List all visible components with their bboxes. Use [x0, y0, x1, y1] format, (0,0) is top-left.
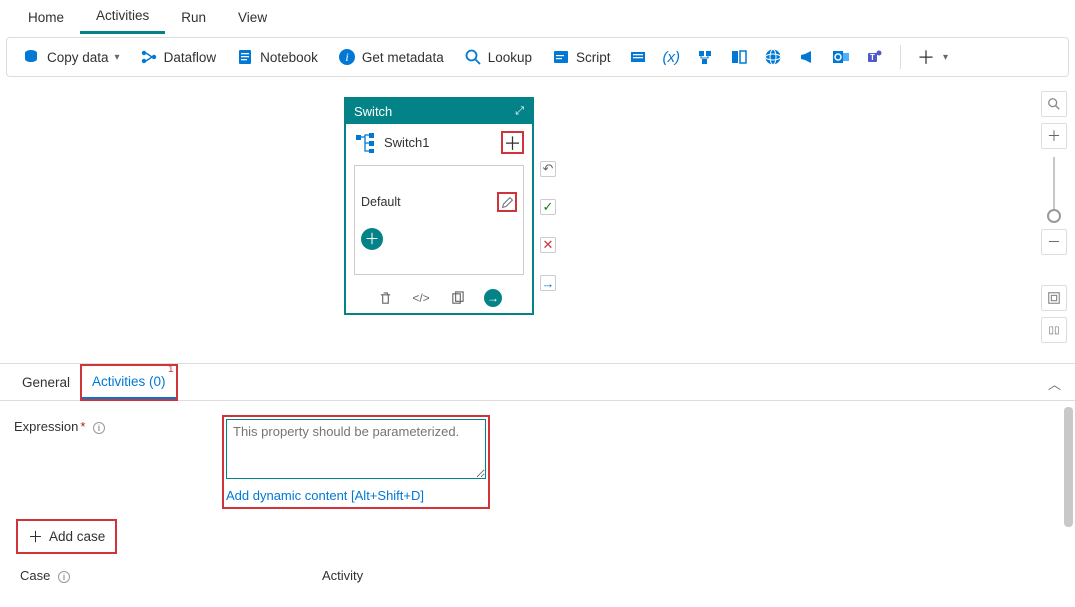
- case-table: Case i Activity Default No activities: [14, 564, 1061, 588]
- code-icon[interactable]: </>: [412, 289, 430, 307]
- required-star: *: [80, 419, 85, 434]
- globe-icon[interactable]: [758, 44, 788, 70]
- completion-output-icon[interactable]: →: [540, 275, 556, 291]
- lookup-label: Lookup: [488, 50, 532, 65]
- tab-activities[interactable]: Activities: [80, 0, 165, 34]
- toolbar-icon-4[interactable]: [724, 44, 754, 70]
- chevron-down-icon: ▾: [115, 52, 120, 63]
- dataflow-icon: [140, 48, 158, 66]
- zoom-in-button[interactable]: ＋: [1041, 123, 1067, 149]
- tab-home[interactable]: Home: [12, 2, 80, 33]
- megaphone-icon[interactable]: [792, 44, 822, 70]
- zoom-slider[interactable]: [1053, 157, 1055, 221]
- add-activity-button[interactable]: ＋ ▾: [911, 40, 954, 74]
- run-icon[interactable]: →: [484, 289, 502, 307]
- copy-data-label: Copy data: [47, 50, 109, 65]
- toolbar-divider: [900, 45, 901, 69]
- zoom-controls: ＋ － ▯▯: [1041, 91, 1067, 343]
- col-case-label: Case: [20, 568, 50, 583]
- switch-card-footer: </> →: [346, 283, 532, 313]
- add-case-label: Add case: [49, 529, 105, 544]
- activities-toolbar: Copy data ▾ Dataflow Notebook i Get meta…: [6, 37, 1069, 77]
- properties-panel-body: Expression* i Add dynamic content [Alt+S…: [0, 401, 1075, 588]
- tab-run[interactable]: Run: [165, 2, 222, 33]
- default-case-box: Default ＋: [354, 165, 524, 275]
- expression-highlight: Add dynamic content [Alt+Shift+D]: [222, 415, 490, 509]
- notebook-icon: [236, 48, 254, 66]
- dataflow-label: Dataflow: [164, 50, 217, 65]
- script-label: Script: [576, 50, 611, 65]
- undo-icon[interactable]: ↶: [540, 161, 556, 177]
- get-metadata-label: Get metadata: [362, 50, 444, 65]
- add-dynamic-content-link[interactable]: Add dynamic content [Alt+Shift+D]: [224, 484, 488, 507]
- switch-card-header: Switch ⤢: [346, 99, 532, 124]
- prop-tab-activities[interactable]: Activities (0): [82, 366, 176, 399]
- switch-activity-card[interactable]: Switch ⤢ Switch1 ＋ Default ＋ </>: [344, 97, 534, 315]
- switch-header-label: Switch: [354, 104, 392, 119]
- info-icon[interactable]: i: [58, 571, 70, 583]
- zoom-slider-handle[interactable]: [1047, 209, 1061, 223]
- expression-label: Expression* i: [14, 415, 214, 434]
- script-icon: [552, 48, 570, 66]
- info-icon[interactable]: i: [93, 422, 105, 434]
- outlook-icon[interactable]: [826, 44, 856, 70]
- pipeline-canvas[interactable]: Switch ⤢ Switch1 ＋ Default ＋ </>: [0, 77, 1075, 363]
- notebook-button[interactable]: Notebook: [228, 44, 326, 70]
- script-button[interactable]: Script: [544, 44, 619, 70]
- lookup-button[interactable]: Lookup: [456, 44, 540, 70]
- branch-icon: [354, 132, 376, 154]
- add-activity-to-default[interactable]: ＋: [361, 228, 383, 250]
- collapse-panel-icon[interactable]: ︿: [1048, 374, 1061, 393]
- teams-icon[interactable]: T: [860, 44, 890, 70]
- switch-title-row: Switch1 ＋: [346, 124, 532, 161]
- add-case-icon[interactable]: ＋: [501, 131, 524, 154]
- top-tabs: Home Activities Run View: [0, 0, 1075, 34]
- info-icon: i: [338, 48, 356, 66]
- case-table-header: Case i Activity: [14, 564, 1061, 587]
- copy-data-button[interactable]: Copy data ▾: [15, 44, 128, 70]
- chevron-down-icon: ▾: [943, 52, 948, 63]
- fit-to-screen-icon[interactable]: [1041, 285, 1067, 311]
- switch-name: Switch1: [384, 135, 493, 150]
- error-badge: 1: [168, 364, 174, 375]
- table-row: Default No activities: [14, 587, 1061, 588]
- search-canvas-icon[interactable]: [1041, 91, 1067, 117]
- edit-default-button[interactable]: [497, 192, 517, 212]
- variable-icon[interactable]: (x): [657, 45, 687, 70]
- prop-tab-general[interactable]: General: [12, 367, 80, 398]
- plus-icon: ＋: [28, 526, 43, 547]
- properties-tab-bar: General Activities (0) 1 ︿: [0, 363, 1075, 401]
- toolbar-icon-3[interactable]: [690, 44, 720, 70]
- col-activity-label: Activity: [322, 568, 363, 583]
- tab-view[interactable]: View: [222, 2, 283, 33]
- toolbar-icon-1[interactable]: [623, 44, 653, 70]
- success-output-icon[interactable]: ✓: [540, 199, 556, 215]
- expression-input[interactable]: [226, 419, 486, 479]
- copy-icon[interactable]: [448, 289, 466, 307]
- scrollbar[interactable]: [1061, 401, 1075, 588]
- svg-text:T: T: [870, 53, 875, 62]
- prop-tab-activities-highlight: Activities (0) 1: [80, 364, 178, 401]
- activity-side-actions: ↶ ✓ ✕ →: [540, 161, 556, 291]
- failure-output-icon[interactable]: ✕: [540, 237, 556, 253]
- notebook-label: Notebook: [260, 50, 318, 65]
- delete-icon[interactable]: [376, 289, 394, 307]
- search-icon: [464, 48, 482, 66]
- auto-align-icon[interactable]: ▯▯: [1041, 317, 1067, 343]
- svg-text:i: i: [345, 50, 348, 64]
- dataflow-button[interactable]: Dataflow: [132, 44, 225, 70]
- zoom-out-button[interactable]: －: [1041, 229, 1067, 255]
- add-case-button[interactable]: ＋ Add case: [16, 519, 117, 554]
- get-metadata-button[interactable]: i Get metadata: [330, 44, 452, 70]
- default-case-label: Default: [361, 195, 401, 209]
- database-icon: [23, 48, 41, 66]
- expand-icon[interactable]: ⤢: [515, 105, 524, 118]
